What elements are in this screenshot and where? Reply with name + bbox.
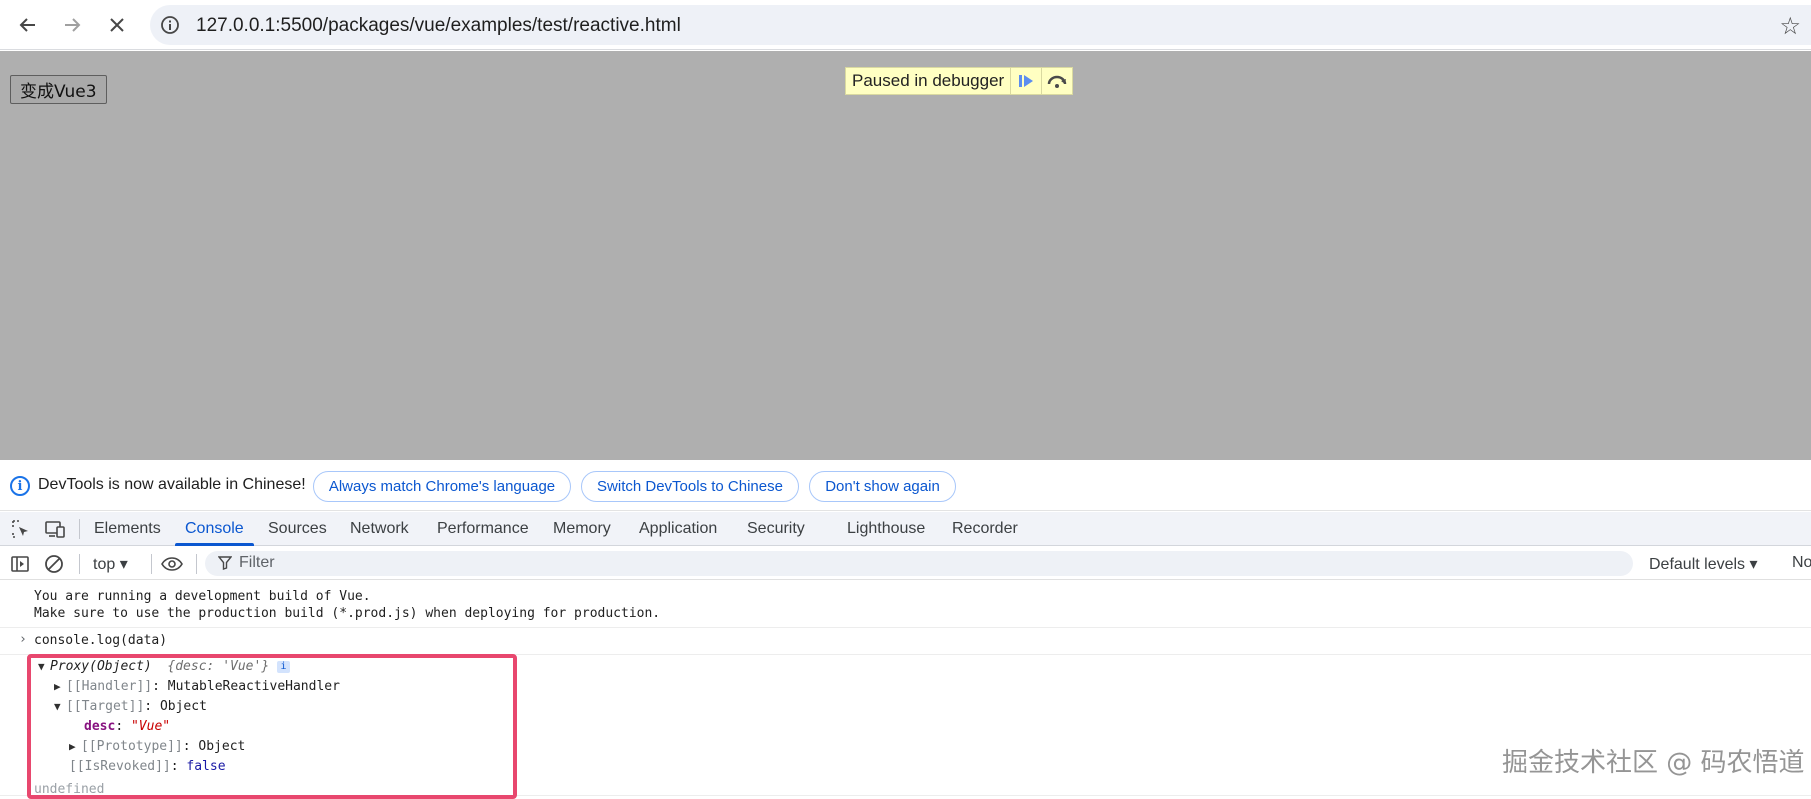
info-icon: i xyxy=(10,476,30,496)
console-message-command: › console.log(data) xyxy=(0,628,1811,655)
change-vue3-button[interactable]: 变成Vue3 xyxy=(10,75,107,104)
dont-show-again-button[interactable]: Don't show again xyxy=(809,471,956,502)
inspect-element-icon[interactable] xyxy=(10,519,32,539)
prototype-value: Object xyxy=(198,739,246,754)
devtools-language-infobar: i DevTools is now available in Chinese! … xyxy=(0,460,1811,511)
console-toolbar: top ▾ Filter Default levels ▾ No xyxy=(0,547,1811,580)
arrow-right-icon[interactable] xyxy=(57,10,87,40)
page-viewport: 变成Vue3 Paused in debugger xyxy=(0,51,1811,460)
tab-memory[interactable]: Memory xyxy=(553,512,611,546)
log-levels-dropdown[interactable]: Default levels ▾ xyxy=(1649,554,1758,574)
tab-recorder[interactable]: Recorder xyxy=(952,512,1018,546)
address-bar[interactable]: 127.0.0.1:5500/packages/vue/examples/tes… xyxy=(150,5,1811,45)
resume-icon[interactable] xyxy=(1010,68,1041,94)
prototype-row[interactable]: ▶ [[Prototype]]: Object xyxy=(69,739,245,754)
revoked-key: [[IsRevoked]] xyxy=(69,759,171,774)
console-command: console.log(data) xyxy=(34,633,168,648)
sidebar-toggle-icon[interactable] xyxy=(9,553,31,575)
proxy-preview: {desc: 'Vue'} xyxy=(167,659,270,674)
close-icon[interactable] xyxy=(102,10,132,40)
revoked-row: [[IsRevoked]]: false xyxy=(69,759,226,774)
watermark-text: 掘金技术社区 @ 码农悟道 xyxy=(1502,748,1805,778)
warning-line-1: You are running a development build of V… xyxy=(34,589,371,604)
desc-row: desc: "Vue" xyxy=(84,719,171,734)
star-icon[interactable]: ☆ xyxy=(1779,12,1801,41)
toolbar-separator xyxy=(196,554,197,574)
toolbar-separator xyxy=(79,554,80,574)
target-key: [[Target]] xyxy=(66,699,145,714)
match-language-button[interactable]: Always match Chrome's language xyxy=(313,471,571,502)
devtools-tab-bar: Elements Console Sources Network Perform… xyxy=(0,512,1811,546)
tab-network[interactable]: Network xyxy=(350,512,409,546)
info-icon[interactable] xyxy=(158,13,182,37)
tab-sources[interactable]: Sources xyxy=(268,512,327,546)
eye-icon[interactable] xyxy=(161,553,183,575)
target-row[interactable]: ▼ [[Target]]: Object xyxy=(54,699,207,714)
device-toolbar-icon[interactable] xyxy=(44,519,66,539)
desc-value: "Vue" xyxy=(130,719,171,734)
info-icon[interactable]: i xyxy=(276,660,290,673)
proxy-object-row[interactable]: ▼ Proxy(Object) {desc: 'Vue'} i xyxy=(38,659,290,674)
clear-console-icon[interactable] xyxy=(43,553,65,575)
handler-row[interactable]: ▶ [[Handler]]: MutableReactiveHandler xyxy=(54,679,340,694)
tab-separator xyxy=(79,519,80,539)
tab-performance[interactable]: Performance xyxy=(437,512,529,546)
triangle-right-icon[interactable]: ▶ xyxy=(54,680,66,693)
infobar-message: DevTools is now available in Chinese! xyxy=(38,476,306,493)
console-message-warning: You are running a development build of V… xyxy=(0,581,1811,628)
issues-counter-label[interactable]: No xyxy=(1792,554,1811,572)
target-value: Object xyxy=(159,699,207,714)
tab-lighthouse[interactable]: Lighthouse xyxy=(847,512,925,546)
arrow-left-icon[interactable] xyxy=(13,10,43,40)
filter-icon xyxy=(217,556,233,575)
tab-elements[interactable]: Elements xyxy=(94,512,161,546)
chevron-right-icon: › xyxy=(19,632,27,647)
context-selector[interactable]: top ▾ xyxy=(93,554,128,574)
triangle-right-icon[interactable]: ▶ xyxy=(69,740,81,753)
debugger-paused-bar: Paused in debugger xyxy=(845,67,1074,95)
tab-console[interactable]: Console xyxy=(175,512,254,546)
browser-toolbar: 127.0.0.1:5500/packages/vue/examples/tes… xyxy=(0,0,1811,50)
console-filter-input[interactable]: Filter xyxy=(205,551,1633,576)
switch-to-chinese-button[interactable]: Switch DevTools to Chinese xyxy=(581,471,799,502)
console-result: undefined xyxy=(34,782,105,797)
triangle-down-icon[interactable]: ▼ xyxy=(38,660,50,673)
handler-value: MutableReactiveHandler xyxy=(167,679,340,694)
tab-application[interactable]: Application xyxy=(639,512,717,546)
revoked-value: false xyxy=(186,759,226,774)
proxy-label: Proxy(Object) xyxy=(50,659,152,674)
step-over-icon[interactable] xyxy=(1041,68,1072,94)
warning-line-2: Make sure to use the production build (*… xyxy=(34,606,661,621)
handler-key: [[Handler]] xyxy=(66,679,153,694)
filter-placeholder: Filter xyxy=(239,554,275,571)
toolbar-separator xyxy=(151,554,152,574)
debugger-status-text: Paused in debugger xyxy=(852,71,1005,90)
tab-security[interactable]: Security xyxy=(747,512,805,546)
url-text[interactable]: 127.0.0.1:5500/packages/vue/examples/tes… xyxy=(196,15,681,37)
prototype-key: [[Prototype]] xyxy=(81,739,183,754)
triangle-down-icon[interactable]: ▼ xyxy=(54,700,66,713)
desc-key: desc xyxy=(84,719,116,734)
